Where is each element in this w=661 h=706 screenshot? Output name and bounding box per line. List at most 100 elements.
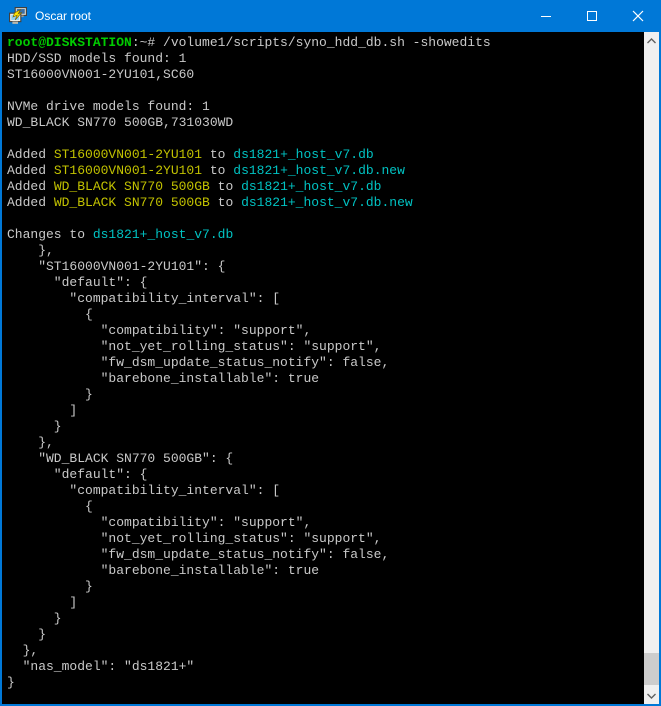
terminal-line: } <box>7 675 644 691</box>
maximize-button[interactable] <box>569 0 615 32</box>
terminal-text-segment: "compatibility": "support", <box>7 515 311 530</box>
terminal-text-segment: "default": { <box>7 467 147 482</box>
putty-window: Oscar root root@DISKSTATION:~# /volume1/… <box>0 0 661 706</box>
terminal-text-segment: }, <box>7 243 54 258</box>
terminal-text-segment: "fw_dsm_update_status_notify": false, <box>7 355 389 370</box>
terminal-text-segment: root@DISKSTATION <box>7 35 132 50</box>
terminal-text-segment: ds1821+_host_v7.db <box>93 227 233 242</box>
terminal-line: "compatibility": "support", <box>7 323 644 339</box>
terminal-line: "not_yet_rolling_status": "support", <box>7 339 644 355</box>
terminal-line: ] <box>7 403 644 419</box>
window-controls <box>523 0 661 32</box>
terminal-text-segment: to <box>210 179 241 194</box>
terminal-line: "fw_dsm_update_status_notify": false, <box>7 355 644 371</box>
terminal-line: "not_yet_rolling_status": "support", <box>7 531 644 547</box>
titlebar[interactable]: Oscar root <box>0 0 661 32</box>
terminal-output[interactable]: root@DISKSTATION:~# /volume1/scripts/syn… <box>2 32 644 704</box>
terminal-line: Added WD_BLACK SN770 500GB to ds1821+_ho… <box>7 179 644 195</box>
scrollbar[interactable] <box>644 32 659 704</box>
terminal-text-segment: "default": { <box>7 275 147 290</box>
terminal-text-segment: to <box>202 147 233 162</box>
terminal-line: Added ST16000VN001-2YU101 to ds1821+_hos… <box>7 147 644 163</box>
terminal-text-segment: "not_yet_rolling_status": "support", <box>7 531 381 546</box>
chevron-up-icon <box>647 38 656 44</box>
terminal-line: ] <box>7 595 644 611</box>
terminal-line: "ST16000VN001-2YU101": { <box>7 259 644 275</box>
scrollbar-thumb[interactable] <box>644 653 659 685</box>
terminal-line: "compatibility": "support", <box>7 515 644 531</box>
terminal-line: }, <box>7 243 644 259</box>
terminal-text-segment: Added <box>7 179 54 194</box>
terminal-line: } <box>7 419 644 435</box>
terminal-text-segment: ST16000VN001-2YU101,SC60 <box>7 67 194 82</box>
terminal-line: root@DISKSTATION:~# /volume1/scripts/syn… <box>7 35 644 51</box>
terminal-text-segment: } <box>7 611 62 626</box>
terminal-line: } <box>7 627 644 643</box>
terminal-text-segment: WD_BLACK SN770 500GB <box>54 179 210 194</box>
terminal-line: }, <box>7 435 644 451</box>
terminal-text-segment: ds1821+_host_v7.db <box>241 179 381 194</box>
terminal-text-segment: "barebone_installable": true <box>7 563 319 578</box>
terminal-text-segment: Added <box>7 147 54 162</box>
terminal-text-segment: Added <box>7 195 54 210</box>
window-title: Oscar root <box>35 9 91 23</box>
terminal-text-segment: :~# /volume1/scripts/syno_hdd_db.sh -sho… <box>132 35 491 50</box>
terminal-text-segment: "not_yet_rolling_status": "support", <box>7 339 381 354</box>
terminal-line: } <box>7 387 644 403</box>
close-icon <box>632 10 644 22</box>
scroll-up-button[interactable] <box>644 32 659 49</box>
terminal-text-segment: } <box>7 627 46 642</box>
terminal-text-segment: } <box>7 387 93 402</box>
terminal-line: "barebone_installable": true <box>7 563 644 579</box>
terminal-line: WD_BLACK SN770 500GB,731030WD <box>7 115 644 131</box>
terminal-text-segment: } <box>7 419 62 434</box>
terminal-text-segment: ds1821+_host_v7.db <box>233 147 373 162</box>
minimize-button[interactable] <box>523 0 569 32</box>
terminal-line: "compatibility_interval": [ <box>7 483 644 499</box>
terminal-line <box>7 83 644 99</box>
terminal-text-segment: ds1821+_host_v7.db.new <box>233 163 405 178</box>
scroll-down-button[interactable] <box>644 687 659 704</box>
chevron-down-icon <box>647 693 656 699</box>
terminal-text-segment: "nas_model": "ds1821+" <box>7 659 194 674</box>
close-button[interactable] <box>615 0 661 32</box>
terminal-text-segment: { <box>7 307 93 322</box>
terminal-line <box>7 131 644 147</box>
terminal-line: "nas_model": "ds1821+" <box>7 659 644 675</box>
terminal-line: Changes to ds1821+_host_v7.db <box>7 227 644 243</box>
terminal-text-segment: ST16000VN001-2YU101 <box>54 147 202 162</box>
terminal-line <box>7 211 644 227</box>
terminal-line: } <box>7 611 644 627</box>
terminal-text-segment: } <box>7 675 15 690</box>
terminal-line: NVMe drive models found: 1 <box>7 99 644 115</box>
terminal-text-segment: }, <box>7 435 54 450</box>
terminal-line: "compatibility_interval": [ <box>7 291 644 307</box>
terminal-line: { <box>7 499 644 515</box>
terminal-line: "WD_BLACK SN770 500GB": { <box>7 451 644 467</box>
terminal-line: "default": { <box>7 275 644 291</box>
terminal-line: Added ST16000VN001-2YU101 to ds1821+_hos… <box>7 163 644 179</box>
terminal-line: }, <box>7 643 644 659</box>
terminal-line: ST16000VN001-2YU101,SC60 <box>7 67 644 83</box>
terminal-text-segment: ] <box>7 595 77 610</box>
terminal-text-segment: HDD/SSD models found: 1 <box>7 51 186 66</box>
terminal-line: Added WD_BLACK SN770 500GB to ds1821+_ho… <box>7 195 644 211</box>
putty-terminal-icon[interactable] <box>9 7 27 25</box>
terminal-text-segment: "ST16000VN001-2YU101": { <box>7 259 225 274</box>
terminal-line: "fw_dsm_update_status_notify": false, <box>7 547 644 563</box>
terminal-text-segment: "compatibility_interval": [ <box>7 483 280 498</box>
minimize-icon <box>541 16 551 17</box>
terminal-text-segment: Added <box>7 163 54 178</box>
terminal-text-segment: "compatibility_interval": [ <box>7 291 280 306</box>
terminal-text-segment: "compatibility": "support", <box>7 323 311 338</box>
terminal-text-segment: to <box>210 195 241 210</box>
terminal-text-segment: ] <box>7 403 77 418</box>
terminal-text-segment: } <box>7 579 93 594</box>
terminal-line: } <box>7 579 644 595</box>
terminal-line: { <box>7 307 644 323</box>
terminal-line: HDD/SSD models found: 1 <box>7 51 644 67</box>
terminal-text-segment: "WD_BLACK SN770 500GB": { <box>7 451 233 466</box>
terminal-text-segment: Changes to <box>7 227 93 242</box>
terminal-text-segment: ds1821+_host_v7.db.new <box>241 195 413 210</box>
terminal-text-segment: }, <box>7 643 38 658</box>
